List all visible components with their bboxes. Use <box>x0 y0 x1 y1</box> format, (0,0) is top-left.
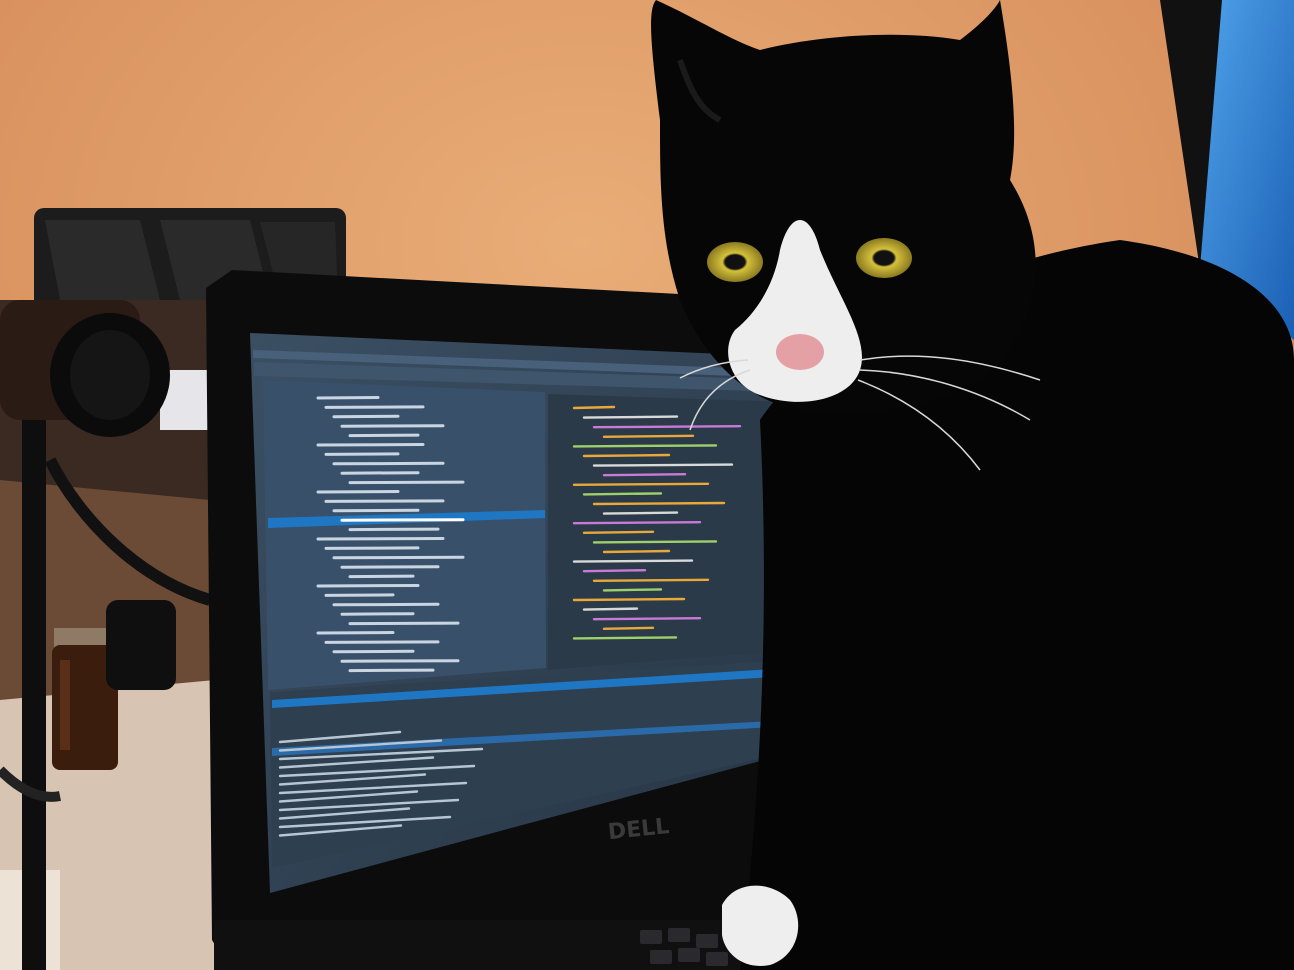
cat-paw <box>722 885 799 966</box>
tree-line <box>316 396 380 400</box>
tree-line <box>348 527 440 532</box>
tree-line <box>348 574 415 579</box>
code-line <box>602 588 663 592</box>
code-line <box>582 569 647 573</box>
cat-left-eye <box>707 242 763 282</box>
code-line <box>582 607 639 611</box>
tree-line <box>316 584 420 588</box>
code-line <box>592 617 702 621</box>
code-line <box>572 482 710 486</box>
tree-line <box>316 631 395 635</box>
tree-line <box>332 555 465 560</box>
code-line <box>582 530 655 534</box>
code-line <box>572 405 616 410</box>
code-line <box>602 473 687 477</box>
tree-line <box>316 443 425 447</box>
code-line <box>602 434 695 438</box>
code-line <box>592 463 734 467</box>
cat-right-eye <box>856 238 912 278</box>
tree-line <box>340 471 420 475</box>
code-line <box>572 559 694 563</box>
tree-line <box>324 640 440 644</box>
tree-line <box>332 602 440 607</box>
code-line <box>592 501 726 506</box>
tree-line <box>324 593 395 597</box>
tree-line <box>348 621 460 626</box>
tree-line <box>348 668 435 673</box>
tree-line <box>324 499 445 503</box>
code-line <box>572 521 702 525</box>
code-line <box>582 453 671 458</box>
tree-line <box>324 452 400 456</box>
tree-line <box>324 405 425 409</box>
code-line <box>592 425 742 429</box>
code-line <box>582 492 663 496</box>
tree-line <box>316 537 445 541</box>
tree-line <box>332 414 400 419</box>
tree-line <box>348 433 420 438</box>
cat-nose <box>776 334 824 370</box>
code-line <box>572 444 718 448</box>
tree-line <box>316 490 400 494</box>
code-line <box>582 415 679 419</box>
tree-line <box>340 518 465 522</box>
tree-line <box>340 424 445 428</box>
code-line <box>572 597 686 602</box>
tree-line <box>340 612 415 616</box>
code-line <box>602 511 679 515</box>
code-line <box>602 626 655 630</box>
tree-line <box>332 508 420 513</box>
code-line <box>592 540 718 544</box>
tree-line <box>324 546 420 550</box>
tree-line <box>340 659 460 663</box>
tree-line <box>348 480 465 485</box>
photo-scene: DELL <box>0 0 1294 970</box>
tree-line <box>340 565 440 569</box>
code-line <box>592 578 710 582</box>
tree-line <box>332 649 415 654</box>
code-line <box>602 549 671 554</box>
tree-line <box>332 461 445 466</box>
code-line <box>572 636 678 640</box>
